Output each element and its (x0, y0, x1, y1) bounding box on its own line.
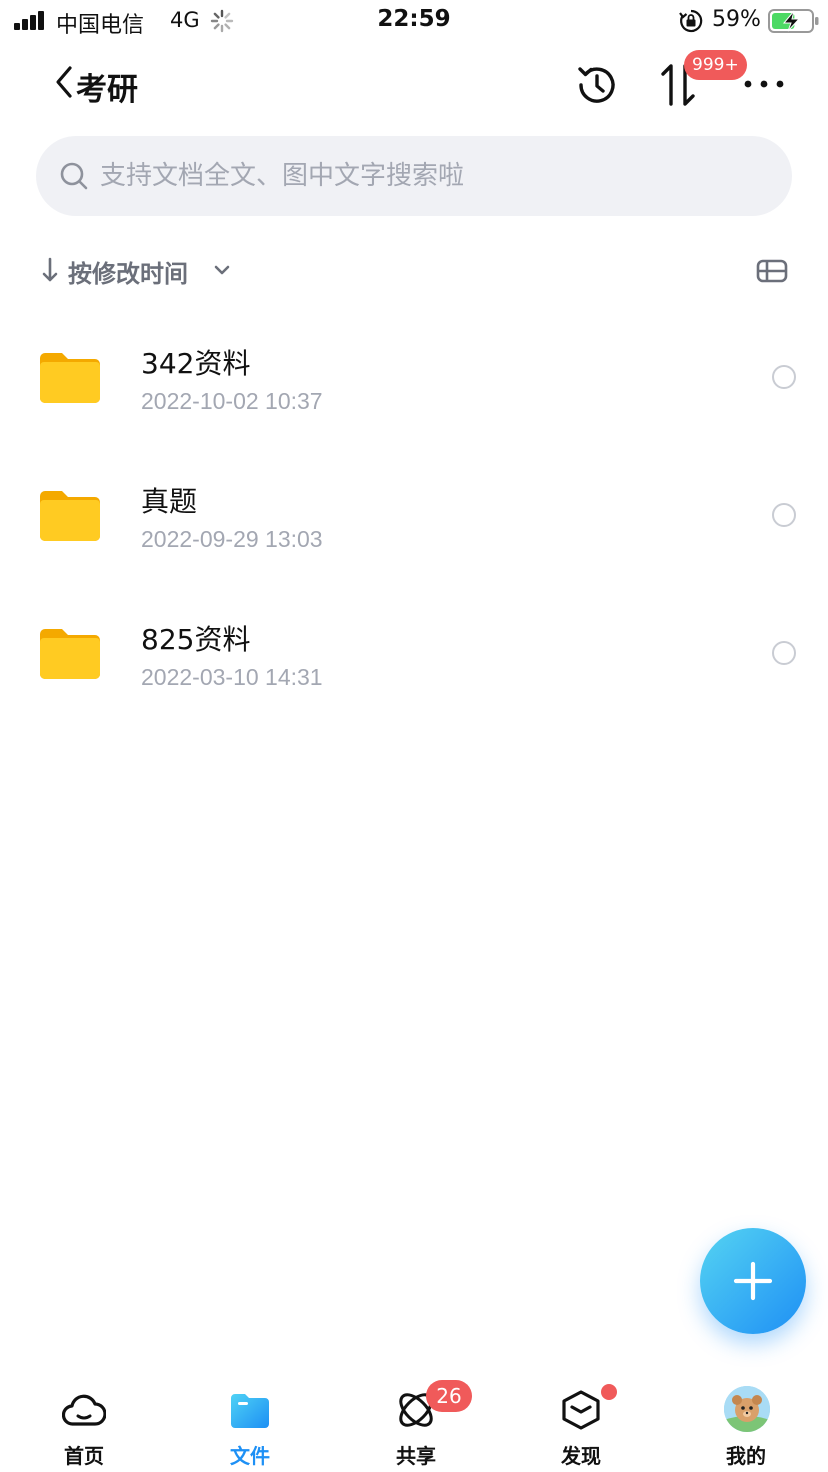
avatar (724, 1386, 770, 1432)
select-checkbox[interactable] (772, 365, 796, 389)
select-checkbox[interactable] (772, 641, 796, 665)
cloud-icon (62, 1394, 106, 1426)
page-title: 考研 (76, 72, 138, 108)
file-date: 2022-09-29 13:03 (141, 526, 323, 552)
file-row[interactable]: 真题 2022-09-29 13:03 (0, 446, 828, 584)
file-list: 342资料 2022-10-02 10:37 真题 2022-09-29 13:… (0, 308, 828, 722)
folder-icon (40, 629, 100, 679)
file-row[interactable]: 342资料 2022-10-02 10:37 (0, 308, 828, 446)
search-input[interactable] (100, 136, 760, 216)
back-button[interactable] (50, 62, 78, 102)
nav-label: 文件 (230, 1444, 270, 1468)
nav-item-share[interactable]: 26 共享 (356, 1374, 476, 1472)
nav-item-home[interactable]: 首页 (24, 1374, 144, 1472)
add-button[interactable] (700, 1228, 806, 1334)
folder-icon (231, 1394, 269, 1428)
more-options-icon[interactable] (740, 64, 788, 104)
nav-item-discover[interactable]: 发现 (521, 1374, 641, 1472)
folder-icon (40, 491, 100, 541)
battery-percent: 59% (712, 7, 761, 32)
bottom-navigation: 首页 文件 26 共享 发现 我的 (0, 1374, 828, 1472)
cube-icon (562, 1390, 600, 1430)
transfer-count-badge: 999+ (684, 50, 747, 80)
nav-label: 我的 (726, 1444, 766, 1468)
rotation-lock-icon (679, 9, 703, 33)
file-date: 2022-03-10 14:31 (141, 664, 323, 690)
top-bar: 考研 999+ (0, 50, 828, 120)
file-date: 2022-10-02 10:37 (141, 388, 323, 414)
search-bar[interactable] (36, 136, 792, 216)
nav-item-files[interactable]: 文件 (190, 1374, 310, 1472)
file-name: 825资料 (141, 623, 251, 656)
file-name: 真题 (141, 485, 198, 518)
nav-label: 首页 (64, 1444, 104, 1468)
search-icon (60, 162, 88, 190)
file-name: 342资料 (141, 347, 251, 380)
history-icon[interactable] (572, 60, 622, 110)
share-count-badge: 26 (426, 1380, 472, 1412)
file-row[interactable]: 825资料 2022-03-10 14:31 (0, 584, 828, 722)
notification-dot (601, 1384, 617, 1400)
sort-label: 按修改时间 (68, 260, 188, 288)
battery-charging-icon (768, 9, 819, 33)
nav-item-me[interactable]: 我的 (686, 1374, 806, 1472)
chevron-down-icon (214, 265, 230, 275)
select-checkbox[interactable] (772, 503, 796, 527)
view-mode-icon[interactable] (756, 256, 788, 286)
nav-label: 发现 (561, 1444, 601, 1468)
plus-icon (733, 1261, 773, 1301)
nav-label: 共享 (396, 1444, 436, 1468)
sort-direction-icon (42, 257, 58, 282)
status-bar: 中国电信 4G 22:59 59% (0, 0, 828, 44)
folder-icon (40, 353, 100, 403)
